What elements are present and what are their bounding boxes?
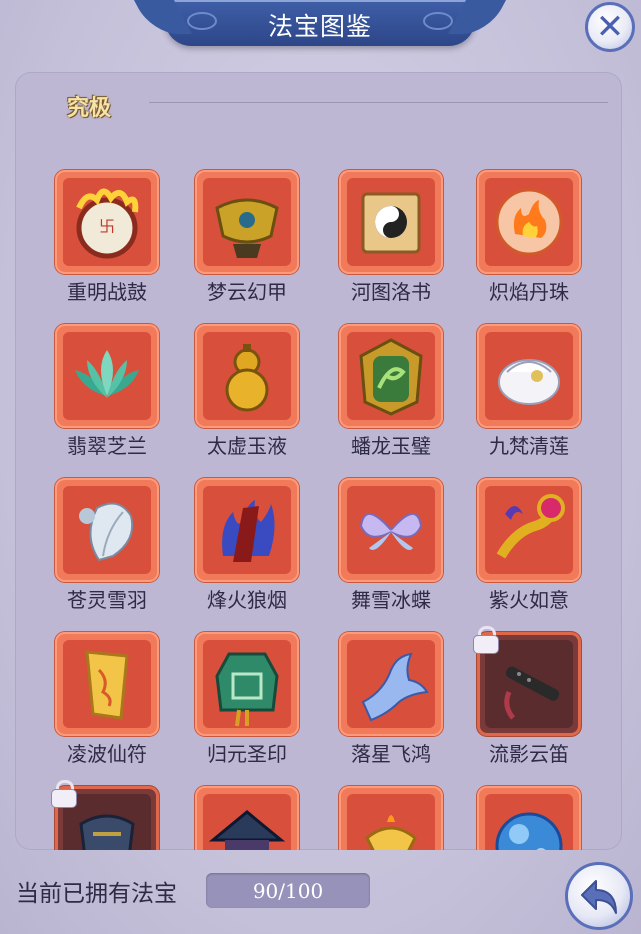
item-name: 蟠龙玉璧	[351, 434, 431, 458]
svg-text:卐: 卐	[99, 217, 115, 236]
item-name: 河图洛书	[351, 280, 431, 304]
owned-count: 90/100	[206, 873, 370, 908]
jade-seal-icon	[203, 640, 291, 728]
item-name: 重明战鼓	[67, 280, 147, 304]
jade-lotus-icon	[63, 332, 151, 420]
item-frame[interactable]	[339, 786, 443, 850]
ruyi-icon	[485, 486, 573, 574]
taiji-scroll-icon	[347, 178, 435, 266]
item-name: 九梵清莲	[489, 434, 569, 458]
item-frame[interactable]	[477, 478, 581, 582]
item-frame[interactable]: 卐	[55, 170, 159, 274]
item-frame[interactable]	[195, 170, 299, 274]
item-name: 烽火狼烟	[207, 588, 287, 612]
flame-orb-icon	[485, 178, 573, 266]
owned-label: 当前已拥有法宝	[16, 881, 177, 907]
item-frame[interactable]	[55, 478, 159, 582]
item-frame[interactable]	[339, 478, 443, 582]
talisman-icon	[63, 640, 151, 728]
item-frame[interactable]	[55, 632, 159, 736]
item-name: 苍灵雪羽	[67, 588, 147, 612]
white-lotus-icon	[485, 332, 573, 420]
tier-divider	[149, 102, 608, 103]
title-tab: 法宝图鉴	[165, 0, 475, 46]
item-frame[interactable]	[477, 170, 581, 274]
padlock-icon	[51, 780, 77, 808]
item-frame[interactable]	[339, 324, 443, 428]
item-name: 梦云幻甲	[207, 280, 287, 304]
close-button[interactable]: ✕	[585, 2, 635, 52]
gourd-icon	[203, 332, 291, 420]
golden-armor-icon	[203, 178, 291, 266]
ice-butterfly-icon	[347, 486, 435, 574]
snow-feather-icon	[63, 486, 151, 574]
cloud-swirl-icon	[423, 12, 453, 30]
item-frame[interactable]	[195, 478, 299, 582]
item-frame[interactable]	[477, 324, 581, 428]
item-name: 归元圣印	[207, 742, 287, 766]
dark-roof-icon	[203, 794, 291, 850]
return-arrow-icon	[581, 880, 617, 914]
item-collection-panel[interactable]: 究极 卐重明战鼓 梦云幻甲 河图洛书 炽焰丹珠翡翠芝兰 太虚玉液 蟠龙玉璧 九梵清莲苍灵雪羽…	[15, 72, 622, 850]
item-frame[interactable]	[195, 632, 299, 736]
item-name: 炽焰丹珠	[489, 280, 569, 304]
item-name: 翡翠芝兰	[67, 434, 147, 458]
item-name: 凌波仙符	[67, 742, 147, 766]
close-icon: ✕	[595, 7, 625, 47]
item-frame[interactable]	[195, 786, 299, 850]
smoke-flame-icon	[203, 486, 291, 574]
item-name: 太虚玉液	[207, 434, 287, 458]
item-frame[interactable]	[339, 170, 443, 274]
tier-label: 究极	[67, 96, 112, 121]
item-name: 紫火如意	[489, 588, 569, 612]
phoenix-bird-icon	[347, 640, 435, 728]
war-drum-icon: 卐	[63, 178, 151, 266]
blue-orb-icon	[485, 794, 573, 850]
item-frame[interactable]	[339, 632, 443, 736]
item-name: 舞雪冰蝶	[351, 588, 431, 612]
dragon-jade-icon	[347, 332, 435, 420]
item-name: 落星飞鸿	[351, 742, 431, 766]
padlock-icon	[473, 626, 499, 654]
golden-lamp-icon	[347, 794, 435, 850]
item-frame[interactable]	[195, 324, 299, 428]
item-frame[interactable]	[55, 324, 159, 428]
item-name: 流影云笛	[489, 742, 569, 766]
back-button[interactable]	[565, 862, 633, 930]
item-frame[interactable]	[477, 786, 581, 850]
